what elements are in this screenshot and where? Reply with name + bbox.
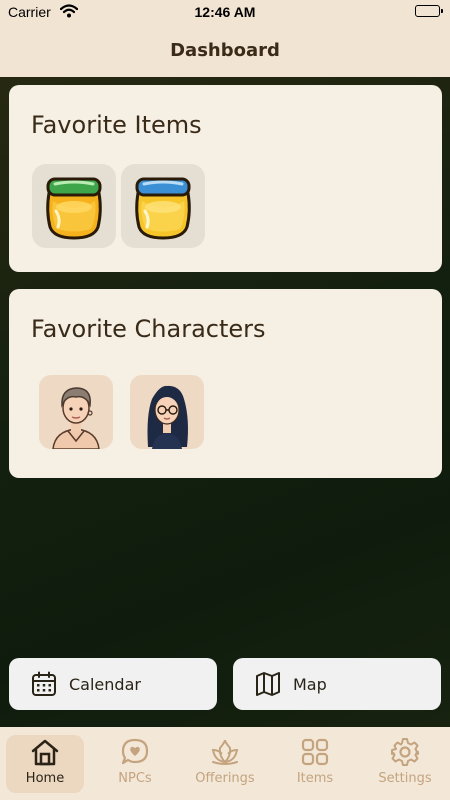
- favorite-character-man[interactable]: [39, 375, 113, 449]
- tab-npcs[interactable]: NPCs: [96, 735, 174, 793]
- favorite-items-card: Favorite Items: [9, 85, 442, 272]
- grid-icon: [301, 738, 329, 766]
- map-button-label: Map: [293, 674, 327, 694]
- status-bar: Carrier 12:46 AM: [0, 0, 450, 24]
- calendar-button-label: Calendar: [69, 674, 141, 694]
- heart-bubble-icon: [121, 738, 149, 765]
- favorite-item-jar-blue[interactable]: [121, 164, 205, 248]
- favorite-character-woman[interactable]: [130, 375, 204, 449]
- tab-offerings[interactable]: Offerings: [186, 735, 264, 793]
- favorite-characters-title: Favorite Characters: [31, 315, 266, 343]
- jar-green-lid-icon: [46, 177, 102, 240]
- favorite-items-title: Favorite Items: [31, 111, 202, 139]
- app-header: Carrier 12:46 AM Dashboard: [0, 0, 450, 77]
- tab-npcs-label: NPCs: [118, 771, 152, 786]
- house-icon: [31, 739, 59, 766]
- lotus-icon: [211, 739, 239, 765]
- woman-glasses-avatar-icon: [147, 385, 188, 449]
- tab-items-label: Items: [296, 771, 334, 786]
- calendar-icon: [32, 671, 56, 696]
- gear-icon: [391, 738, 419, 766]
- tab-offerings-label: Offerings: [195, 771, 255, 786]
- map-icon: [256, 672, 280, 696]
- battery-icon: [415, 5, 443, 17]
- tab-settings-label: Settings: [378, 771, 432, 786]
- page-title: Dashboard: [170, 40, 280, 61]
- calendar-button[interactable]: Calendar: [9, 658, 217, 710]
- status-time: 12:46 AM: [194, 4, 256, 20]
- man-avatar-icon: [52, 387, 100, 449]
- tab-settings[interactable]: Settings: [366, 735, 444, 793]
- jar-blue-lid-icon: [135, 177, 191, 240]
- tab-home[interactable]: Home: [6, 735, 84, 793]
- tab-items[interactable]: Items: [276, 735, 354, 793]
- map-button[interactable]: Map: [233, 658, 441, 710]
- favorite-characters-card: Favorite Characters: [9, 289, 442, 478]
- tab-bar: Home NPCs Offerings Items Settings: [0, 727, 450, 800]
- tab-home-label: Home: [25, 771, 65, 786]
- favorite-item-jar-green[interactable]: [32, 164, 116, 248]
